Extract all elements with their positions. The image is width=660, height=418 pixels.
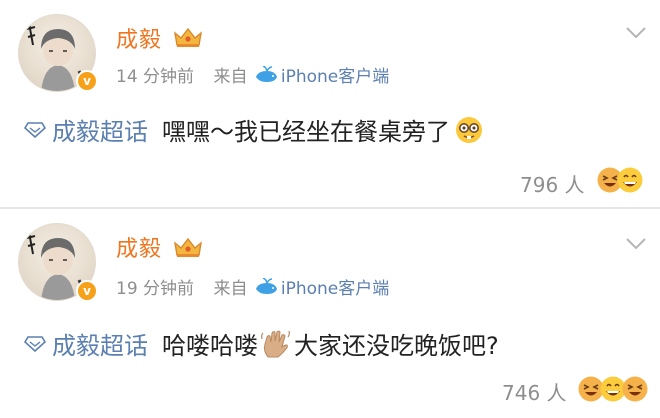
chevron-down-icon[interactable]: [625, 237, 647, 251]
nerd-face-emoji: [456, 117, 482, 143]
post-meta: 19 分钟前 来自 iPhone客户端: [116, 274, 389, 299]
post-text-after: 大家还没吃晚饭吧?: [294, 332, 499, 360]
like-count: 746 人: [502, 377, 567, 406]
like-count-unit: 人: [564, 173, 585, 197]
topic-diamond-icon: [24, 122, 46, 138]
weibo-post: v 成毅 14 分钟前 来自 iPhone客户端 成毅超话 嘿嘿～我已经坐在餐桌旁…: [0, 0, 660, 207]
source-name[interactable]: iPhone客户端: [281, 67, 389, 87]
username[interactable]: 成毅: [116, 231, 162, 263]
post-content: 成毅超话 嘿嘿～我已经坐在餐桌旁了: [24, 112, 484, 147]
crown-badge-icon[interactable]: [172, 235, 204, 259]
verified-badge-icon: v: [76, 70, 98, 92]
post-time[interactable]: 14 分钟前: [116, 67, 194, 87]
chevron-down-icon[interactable]: [625, 26, 647, 40]
username[interactable]: 成毅: [116, 22, 162, 54]
weibo-post: v 成毅 19 分钟前 来自 iPhone客户端 成毅超话 哈喽哈喽 大家还没吃晚…: [0, 209, 660, 418]
like-count-number: 746: [502, 381, 541, 405]
post-text-before: 哈喽哈喽: [162, 332, 258, 360]
source-name[interactable]: iPhone客户端: [281, 279, 389, 299]
topic-link[interactable]: 成毅超话: [24, 118, 148, 146]
source-prefix: 来自: [213, 67, 248, 87]
laughing-face-icon: [622, 376, 648, 402]
topic-label: 成毅超话: [52, 332, 148, 360]
post-text: 嘿嘿～我已经坐在餐桌旁了: [162, 118, 450, 146]
like-count-number: 796: [520, 173, 559, 197]
whale-icon: [255, 278, 277, 294]
waving-hand-emoji: [261, 330, 290, 358]
post-time[interactable]: 19 分钟前: [116, 279, 194, 299]
source-prefix: 来自: [213, 279, 248, 299]
topic-diamond-icon: [24, 336, 46, 352]
whale-icon: [255, 66, 277, 82]
verified-badge-icon: v: [76, 280, 98, 302]
weibo-feed: v 成毅 14 分钟前 来自 iPhone客户端 成毅超话 嘿嘿～我已经坐在餐桌旁…: [0, 0, 660, 418]
topic-link[interactable]: 成毅超话: [24, 332, 148, 360]
post-meta: 14 分钟前 来自 iPhone客户端: [116, 62, 389, 87]
topic-label: 成毅超话: [52, 118, 148, 146]
like-count: 796 人: [520, 169, 585, 198]
crown-badge-icon[interactable]: [172, 25, 204, 49]
like-count-unit: 人: [546, 381, 567, 405]
post-content: 成毅超话 哈喽哈喽 大家还没吃晚饭吧?: [24, 326, 499, 361]
grinning-face-icon: [617, 167, 643, 193]
